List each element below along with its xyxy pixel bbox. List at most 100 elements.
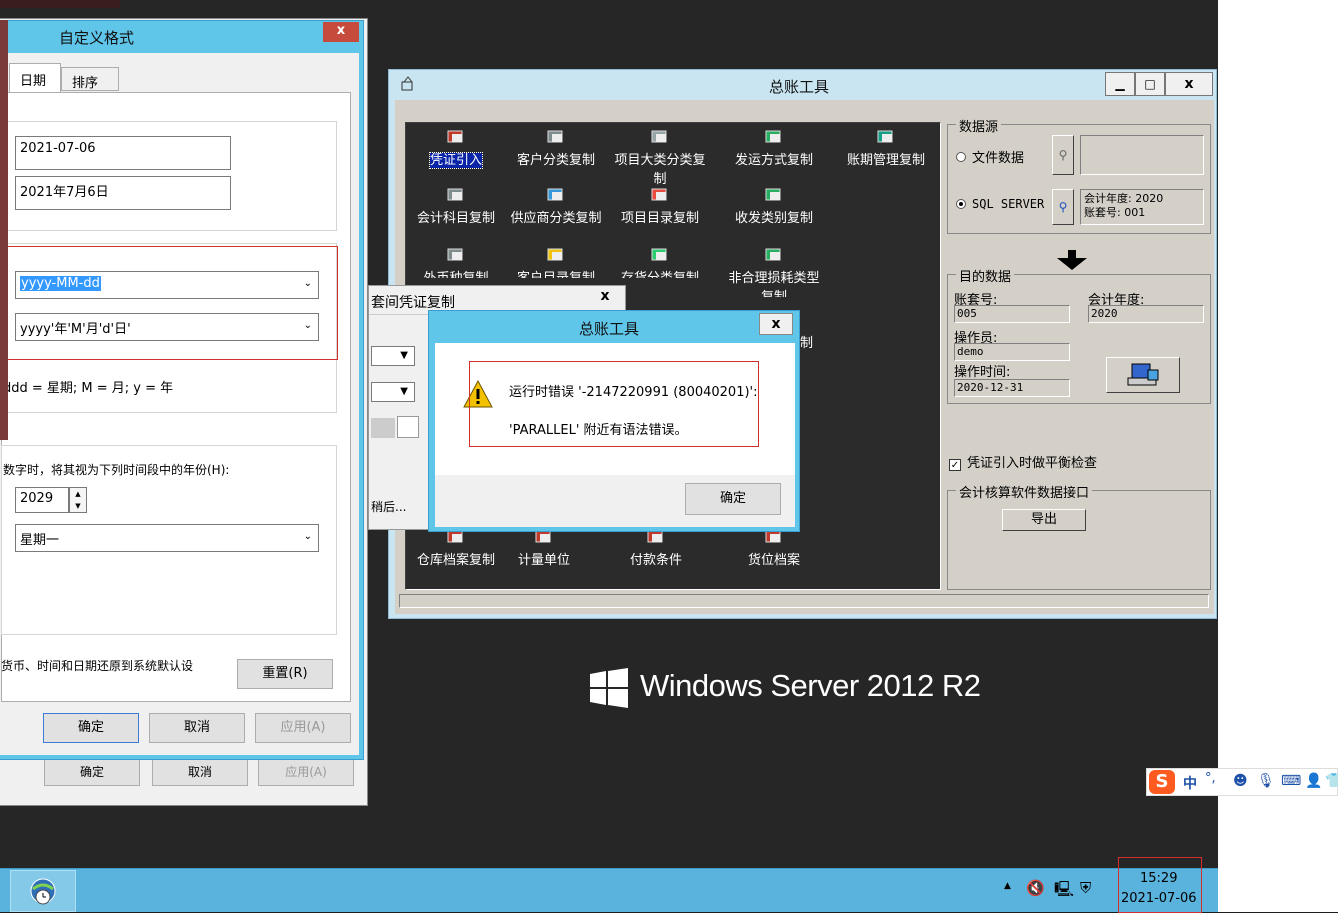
sql-connect-button[interactable]: ⚲: [1052, 189, 1074, 225]
sql-info-acct: 账套号: 001: [1084, 206, 1146, 219]
function-item-14[interactable]: 计量单位: [494, 529, 594, 568]
ime-punct-icon[interactable]: °,: [1205, 771, 1216, 786]
function-item-9[interactable]: 外币种复制: [406, 247, 506, 278]
tab-sort[interactable]: 排序: [61, 67, 119, 91]
voucher-combo-2[interactable]: ▼: [371, 382, 415, 402]
target-group-title: 目的数据: [956, 266, 1015, 285]
skin-icon[interactable]: 👕: [1325, 773, 1338, 789]
later-text: 稍后...: [371, 500, 407, 514]
os-brand-text: Windows Server 2012 R2: [640, 668, 981, 703]
tool-icon: [546, 129, 566, 145]
year-spinner-field[interactable]: 2029: [15, 487, 69, 513]
maximize-button[interactable]: □: [1135, 72, 1165, 96]
status-bar: [399, 594, 1209, 608]
tool-icon: [546, 187, 566, 203]
function-item-13[interactable]: 仓库档案复制: [406, 529, 506, 568]
file-path-box: [1080, 135, 1204, 175]
error-ok-button[interactable]: 确定: [685, 483, 781, 515]
sql-server-radio[interactable]: SQL SERVER: [956, 197, 1044, 211]
taskbar-date[interactable]: 2021-07-06: [1121, 891, 1197, 906]
year-field[interactable]: 2020: [1088, 305, 1204, 323]
function-item-label: 付款条件: [629, 553, 682, 568]
function-item-10[interactable]: 客户目录复制: [506, 247, 606, 286]
taskbar-app-button[interactable]: [10, 870, 76, 912]
custom-format-close-button[interactable]: x: [323, 22, 359, 42]
function-item-label: 客户目录复制: [516, 271, 595, 286]
parent-apply-button[interactable]: 应用(A): [258, 758, 354, 786]
acct-field[interactable]: 005: [954, 305, 1070, 323]
function-item-label: 客户分类复制: [516, 153, 595, 168]
short-date-format-value: yyyy-MM-dd: [20, 276, 101, 291]
time-field[interactable]: 2020-12-31: [954, 379, 1070, 397]
tool-icon: [446, 129, 466, 145]
emoji-icon[interactable]: ☻: [1233, 773, 1248, 789]
file-browse-button[interactable]: ⚲: [1052, 135, 1074, 175]
parent-cancel-button[interactable]: 取消: [152, 758, 248, 786]
short-date-example: 2021-07-06: [15, 136, 231, 170]
function-item-12[interactable]: 非合理损耗类型复制: [724, 247, 824, 297]
error-close-button[interactable]: x: [759, 313, 793, 335]
parent-ok-button[interactable]: 确定: [44, 758, 140, 786]
top-edge: [0, 0, 120, 8]
function-item-5[interactable]: 会计科目复制: [406, 187, 506, 226]
chevron-down-icon: ▼: [400, 386, 408, 397]
sql-info-box: 会计年度: 2020 账套号: 001: [1080, 189, 1204, 225]
sql-info-year: 会计年度: 2020: [1084, 192, 1164, 205]
keyboard-icon[interactable]: ⌨: [1281, 773, 1301, 789]
ok-button[interactable]: 确定: [43, 713, 139, 743]
security-icon[interactable]: ⛨: [1080, 879, 1091, 897]
user-icon[interactable]: 👤: [1305, 773, 1322, 789]
short-date-format-combo[interactable]: yyyy-MM-dd ⌄: [15, 271, 319, 299]
cancel-button[interactable]: 取消: [149, 713, 245, 743]
function-item-7[interactable]: 项目目录复制: [610, 187, 710, 226]
function-item-6[interactable]: 供应商分类复制: [506, 187, 606, 226]
source-group: 数据源 文件数据 ⚲ SQL SERVER ⚲ 会计年度: 2020 账套号: …: [947, 116, 1211, 234]
file-data-radio[interactable]: 文件数据: [956, 147, 1024, 166]
apply-button[interactable]: 应用(A): [255, 713, 351, 743]
voucher-close-button[interactable]: x: [591, 288, 619, 308]
long-date-format-combo[interactable]: yyyy'年'M'月'd'日' ⌄: [15, 313, 319, 341]
chevron-down-icon[interactable]: ▼: [70, 500, 86, 512]
network-icon[interactable]: 🖳: [1054, 879, 1074, 904]
function-item-label: 仓库档案复制: [416, 553, 495, 568]
taskbar: ▲ 🔇 🖳 ⛨ 15:29 2021-07-06: [0, 857, 1218, 913]
microphone-icon[interactable]: 🎙: [1257, 773, 1275, 789]
error-message-line1: 运行时错误 '-2147220991 (80040201)':: [509, 385, 758, 400]
sogou-logo-icon[interactable]: S: [1149, 770, 1175, 794]
tool-icon: [764, 129, 784, 145]
tray-expand-arrow[interactable]: ▲: [1004, 881, 1011, 891]
taskbar-time[interactable]: 15:29: [1140, 871, 1177, 886]
format-highlight-box: [7, 246, 338, 360]
chevron-down-icon: ⌄: [303, 531, 312, 542]
first-day-combo[interactable]: 星期一 ⌄: [15, 524, 319, 552]
tool-icon: [446, 247, 466, 263]
voucher-combo-1[interactable]: ▼: [371, 346, 415, 366]
function-item-1[interactable]: 客户分类复制: [506, 129, 606, 168]
function-item-2[interactable]: 项目大类分类复制: [610, 129, 710, 187]
reset-button[interactable]: 重置(R): [237, 659, 333, 689]
function-item-11[interactable]: 存货分类复制: [610, 247, 710, 278]
operator-field[interactable]: demo: [954, 343, 1070, 361]
execute-button[interactable]: [1106, 357, 1180, 393]
chevron-down-icon: ⌄: [303, 278, 312, 289]
function-item-16[interactable]: 货位档案: [724, 529, 824, 568]
function-item-label: 货位档案: [747, 553, 800, 568]
close-button[interactable]: x: [1165, 72, 1213, 96]
ime-mode-label[interactable]: 中: [1183, 773, 1197, 793]
year-spinner-buttons[interactable]: ▲ ▼: [69, 487, 87, 513]
tool-icon: [876, 129, 896, 145]
first-day-value: 星期一: [20, 533, 60, 548]
function-item-label: 收发类别复制: [734, 211, 813, 226]
tab-date[interactable]: 日期: [9, 63, 61, 93]
function-item-0[interactable]: 凭证引入: [406, 129, 506, 169]
balance-check-checkbox[interactable]: ✓ 凭证引入时做平衡检查: [949, 452, 1097, 471]
chevron-up-icon[interactable]: ▲: [70, 488, 86, 500]
function-item-8[interactable]: 收发类别复制: [724, 187, 824, 226]
export-button[interactable]: 导出: [1002, 509, 1086, 531]
voucher-small-button[interactable]: [397, 416, 419, 438]
function-item-15[interactable]: 付款条件: [606, 529, 706, 568]
minimize-button[interactable]: ▁: [1105, 72, 1135, 96]
function-item-3[interactable]: 发运方式复制: [724, 129, 824, 168]
volume-muted-icon[interactable]: 🔇: [1026, 879, 1045, 897]
function-item-4[interactable]: 账期管理复制: [836, 129, 936, 168]
